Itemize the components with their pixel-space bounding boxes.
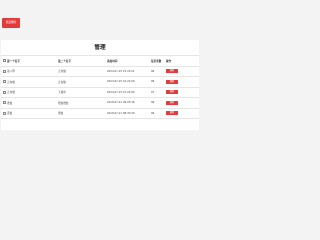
cell-count: 97 — [150, 86, 165, 98]
cell-add-time: 2019-07-21 08:33:29 — [106, 107, 150, 119]
cell-first-name: 第八甲 — [6, 65, 57, 77]
cell-count: 96 — [150, 65, 165, 77]
cell-count: 96 — [150, 107, 165, 119]
toolbar: 批量删除 — [0, 0, 200, 40]
cell-add-time: 2024-07-15 15:22:00 — [106, 86, 150, 98]
cell-first-name: 正在做 — [6, 76, 57, 87]
cell-second-name: 增加增加 — [57, 97, 106, 108]
table-row: 正在做 下载中 2024-07-15 15:22:00 97 删除 — [1, 86, 199, 98]
cell-action: 删除 — [165, 86, 199, 98]
cell-second-name: 正在做 — [57, 65, 106, 77]
delete-button[interactable]: 删除 — [166, 111, 178, 116]
header-action: 操作 — [165, 55, 199, 66]
cell-first-name: 添加 — [6, 107, 57, 119]
cell-first-name: 增加 — [6, 97, 57, 108]
delete-button[interactable]: 删除 — [166, 100, 178, 105]
delete-button[interactable]: 删除 — [166, 69, 178, 74]
header-add-time: 添加时间 — [106, 55, 150, 66]
table-row: 第八甲 正在做 2024-07-15 15:22:01 96 删除 — [1, 65, 199, 77]
row-checkbox[interactable] — [3, 80, 6, 83]
cell-count: 96 — [150, 97, 165, 108]
row-checkbox[interactable] — [3, 101, 6, 104]
page-title: 管理 — [94, 45, 106, 51]
cell-count: 96 — [150, 76, 165, 87]
cell-add-time: 2024-07-15 15:22:01 — [106, 65, 150, 77]
header-second-name: 第二个名字 — [57, 55, 106, 66]
table-row: 正在做 正在做 2024-07-15 15:22:00 96 删除 — [1, 76, 199, 87]
row-checkbox[interactable] — [3, 69, 6, 73]
cell-add-time: 2024-07-15 15:22:00 — [106, 76, 150, 87]
row-checkbox[interactable] — [3, 111, 6, 115]
data-table: 第一个名字 第二个名字 添加时间 每页条数 操作 第八甲 正在做 2024-07… — [1, 55, 199, 119]
header-first-name: 第一个名字 — [6, 55, 57, 66]
delete-button[interactable]: 删除 — [166, 79, 178, 84]
table-row: 增加 增加增加 2019-07-21 09:05:36 96 删除 — [1, 97, 199, 108]
cell-action: 删除 — [165, 107, 199, 119]
cell-action: 删除 — [165, 65, 199, 77]
table-header-row: 第一个名字 第二个名字 添加时间 每页条数 操作 — [1, 55, 199, 66]
row-checkbox[interactable] — [3, 90, 6, 94]
management-panel: 管理 第一个名字 第二个名字 添加时间 每页条数 操作 第八甲 正在做 2024… — [1, 40, 199, 130]
cell-second-name: 增加 — [57, 107, 106, 119]
cell-first-name: 正在做 — [6, 86, 57, 98]
delete-button[interactable]: 删除 — [166, 90, 178, 95]
select-all-checkbox[interactable] — [3, 59, 6, 62]
cell-second-name: 下载中 — [57, 86, 106, 98]
table-row: 添加 增加 2019-07-21 08:33:29 96 删除 — [1, 107, 199, 119]
header-count: 每页条数 — [150, 55, 165, 66]
cell-action: 删除 — [165, 97, 199, 108]
cell-add-time: 2019-07-21 09:05:36 — [106, 97, 150, 108]
cell-action: 删除 — [165, 76, 199, 87]
batch-delete-button[interactable]: 批量删除 — [2, 18, 20, 28]
cell-second-name: 正在做 — [57, 76, 106, 87]
